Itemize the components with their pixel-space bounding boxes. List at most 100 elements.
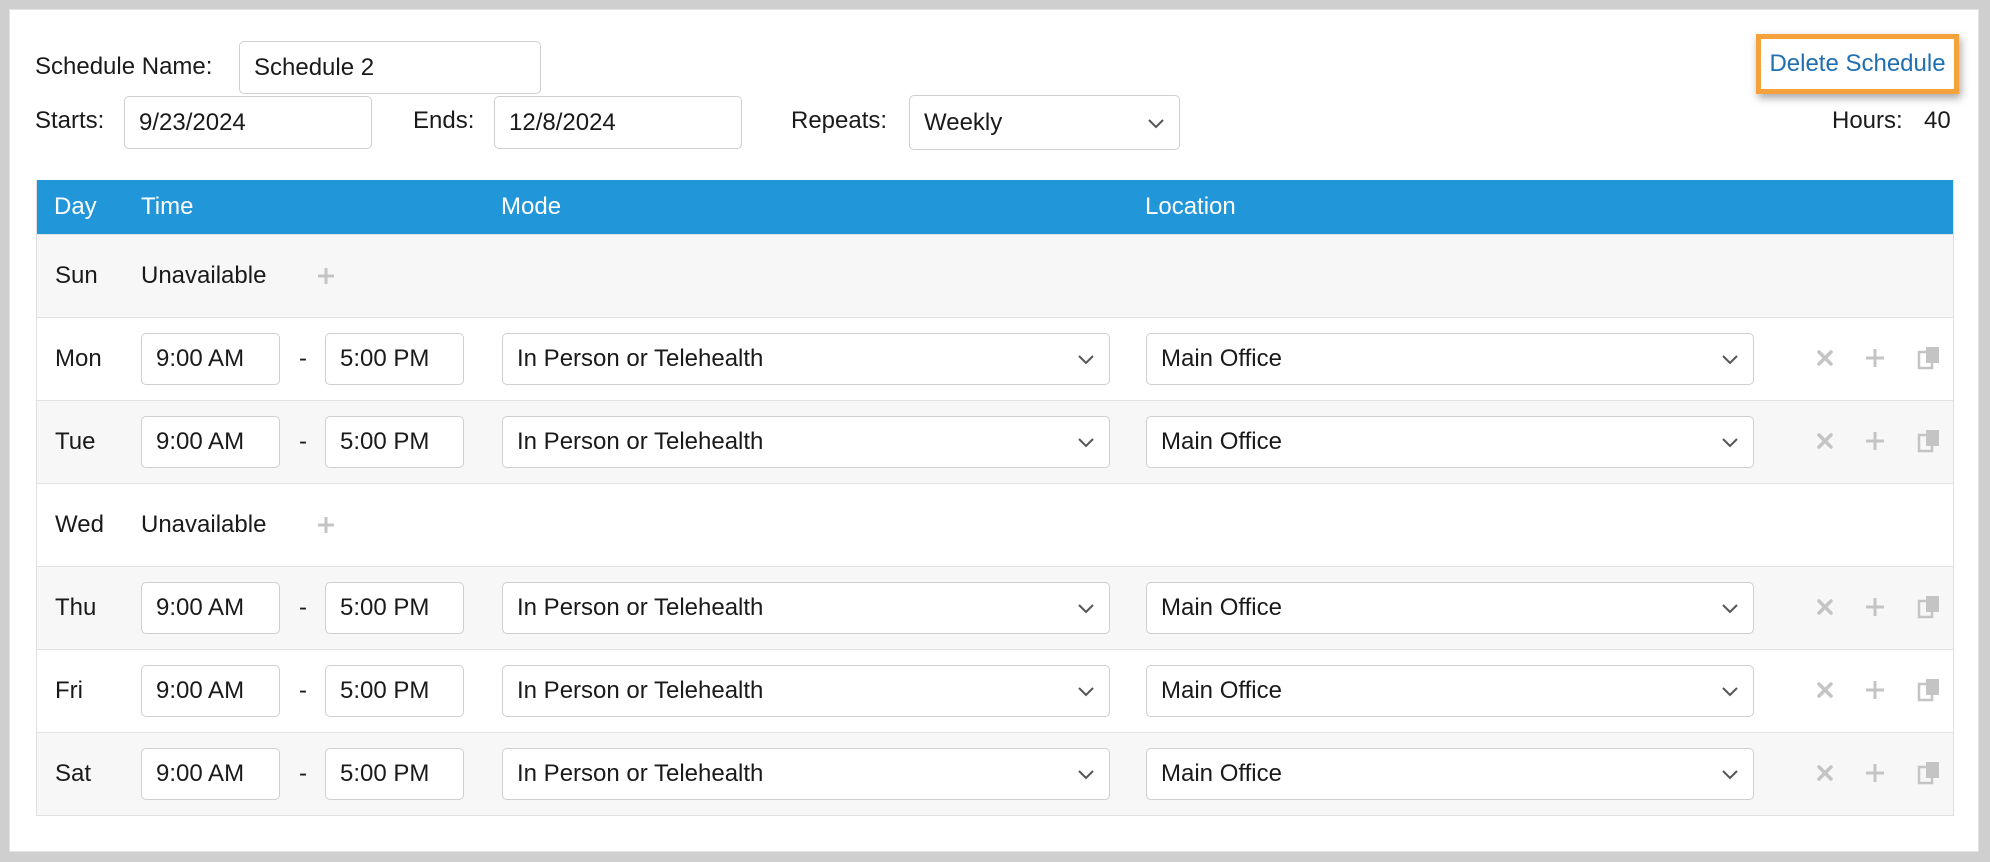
ends-date-value: 12/8/2024 [509,108,616,136]
start-time-input[interactable]: 9:00 AM [141,333,280,385]
day-label: Tue [55,428,96,455]
close-icon[interactable] [1814,762,1836,784]
time-separator: - [299,428,307,455]
table-header: Day Time Mode Location [37,180,1953,234]
start-time-input[interactable]: 9:00 AM [141,582,280,634]
chevron-down-icon [1722,604,1738,614]
plus-icon[interactable] [316,266,336,286]
plus-icon[interactable] [1864,430,1886,452]
end-time-input[interactable]: 5:00 PM [325,665,464,717]
table-row-thu: Thu 9:00 AM - 5:00 PM In Person or Teleh… [37,566,1953,649]
table-row-fri: Fri 9:00 AM - 5:00 PM In Person or Teleh… [37,649,1953,732]
close-icon[interactable] [1814,430,1836,452]
end-time-value: 5:00 PM [340,677,430,704]
chevron-down-icon [1078,687,1094,697]
schedule-table: Day Time Mode Location Sun Unavailable M… [36,180,1954,816]
end-time-input[interactable]: 5:00 PM [325,748,464,800]
copy-icon[interactable] [1916,345,1942,371]
end-time-input[interactable]: 5:00 PM [325,333,464,385]
unavailable-text: Unavailable [141,511,267,538]
repeats-value: Weekly [924,108,1003,136]
repeats-select[interactable]: Weekly [909,95,1180,150]
start-time-value: 9:00 AM [156,677,245,704]
chevron-down-icon [1722,770,1738,780]
location-select[interactable]: Main Office [1146,748,1754,800]
plus-icon[interactable] [1864,596,1886,618]
ends-date-input[interactable]: 12/8/2024 [494,96,742,149]
end-time-input[interactable]: 5:00 PM [325,582,464,634]
chevron-down-icon [1148,118,1164,128]
day-label: Thu [55,594,97,621]
unavailable-text: Unavailable [141,262,267,289]
time-separator: - [299,345,307,372]
schedule-name-value: Schedule 2 [254,53,375,81]
column-header-location: Location [1145,193,1236,220]
location-select[interactable]: Main Office [1146,416,1754,468]
close-icon[interactable] [1814,596,1836,618]
mode-select[interactable]: In Person or Telehealth [502,582,1110,634]
table-row-mon: Mon 9:00 AM - 5:00 PM In Person or Teleh… [37,317,1953,400]
copy-icon[interactable] [1916,760,1942,786]
end-time-value: 5:00 PM [340,594,430,621]
chevron-down-icon [1078,770,1094,780]
plus-icon[interactable] [1864,679,1886,701]
table-row-wed: Wed Unavailable [37,483,1953,566]
location-value: Main Office [1161,760,1282,787]
delete-schedule-link[interactable]: Delete Schedule [1756,34,1959,94]
mode-value: In Person or Telehealth [517,677,764,704]
mode-select[interactable]: In Person or Telehealth [502,665,1110,717]
end-time-value: 5:00 PM [340,760,430,787]
time-separator: - [299,760,307,787]
location-select[interactable]: Main Office [1146,333,1754,385]
chevron-down-icon [1078,355,1094,365]
time-separator: - [299,677,307,704]
close-icon[interactable] [1814,347,1836,369]
starts-date-input[interactable]: 9/23/2024 [124,96,372,149]
table-row-sun: Sun Unavailable [37,234,1953,317]
schedule-panel: Schedule Name: Schedule 2 Starts: 9/23/2… [9,9,1979,852]
end-time-value: 5:00 PM [340,428,430,455]
mode-select[interactable]: In Person or Telehealth [502,416,1110,468]
copy-icon[interactable] [1916,594,1942,620]
starts-date-value: 9/23/2024 [139,108,246,136]
hours-label: Hours: [1832,107,1903,134]
hours-value: 40 [1924,107,1951,134]
plus-icon[interactable] [1864,347,1886,369]
column-header-day: Day [54,193,97,220]
chevron-down-icon [1078,438,1094,448]
start-time-input[interactable]: 9:00 AM [141,416,280,468]
mode-select[interactable]: In Person or Telehealth [502,333,1110,385]
location-select[interactable]: Main Office [1146,582,1754,634]
schedule-name-label: Schedule Name: [35,53,213,80]
day-label: Fri [55,677,83,704]
mode-value: In Person or Telehealth [517,428,764,455]
column-header-time: Time [141,193,194,220]
location-value: Main Office [1161,345,1282,372]
mode-value: In Person or Telehealth [517,594,764,621]
start-time-input[interactable]: 9:00 AM [141,748,280,800]
repeats-label: Repeats: [791,107,888,134]
day-label: Mon [55,345,102,372]
start-time-value: 9:00 AM [156,428,245,455]
start-time-value: 9:00 AM [156,345,245,372]
mode-value: In Person or Telehealth [517,760,764,787]
schedule-name-input[interactable]: Schedule 2 [239,41,541,94]
plus-icon[interactable] [316,515,336,535]
table-row-sat: Sat 9:00 AM - 5:00 PM In Person or Teleh… [37,732,1953,815]
end-time-input[interactable]: 5:00 PM [325,416,464,468]
start-time-value: 9:00 AM [156,760,245,787]
close-icon[interactable] [1814,679,1836,701]
location-value: Main Office [1161,677,1282,704]
start-time-value: 9:00 AM [156,594,245,621]
chevron-down-icon [1722,438,1738,448]
mode-select[interactable]: In Person or Telehealth [502,748,1110,800]
copy-icon[interactable] [1916,428,1942,454]
column-header-mode: Mode [501,193,562,220]
day-label: Sun [55,262,98,289]
copy-icon[interactable] [1916,677,1942,703]
start-time-input[interactable]: 9:00 AM [141,665,280,717]
plus-icon[interactable] [1864,762,1886,784]
location-select[interactable]: Main Office [1146,665,1754,717]
end-time-value: 5:00 PM [340,345,430,372]
day-label: Sat [55,760,92,787]
